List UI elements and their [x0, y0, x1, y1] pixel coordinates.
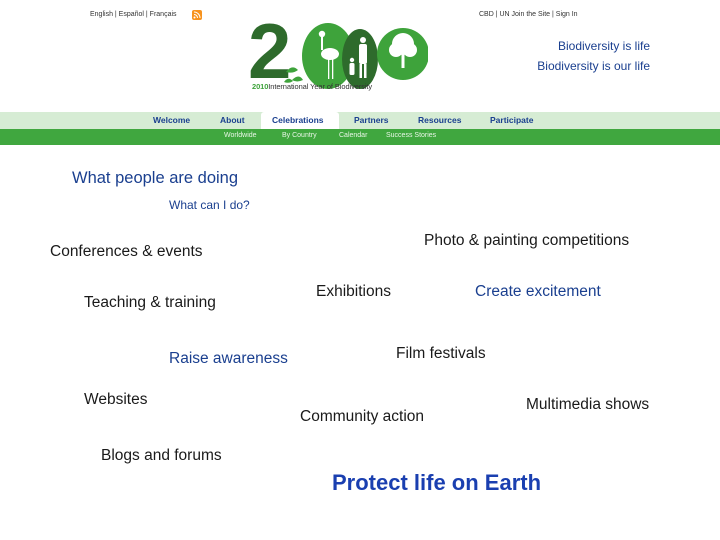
- tagline-secondary: Biodiversity is our life: [537, 59, 650, 73]
- idea-raise-awareness: Raise awareness: [169, 350, 288, 367]
- nav-welcome[interactable]: Welcome: [153, 115, 190, 125]
- logo-caption: 2010International Year of Biodiversity: [252, 82, 372, 91]
- subnav-calendar[interactable]: Calendar: [339, 132, 367, 139]
- idea-exhibitions: Exhibitions: [316, 283, 391, 300]
- tagline-primary: Biodiversity is life: [557, 39, 650, 53]
- subnav-success-stories[interactable]: Success Stories: [386, 132, 436, 139]
- nav-celebrations[interactable]: Celebrations: [272, 115, 324, 125]
- account-links[interactable]: CBD | UN Join the Site | Sign In: [479, 11, 578, 18]
- page-subheading: What can I do?: [169, 198, 250, 212]
- idea-teaching: Teaching & training: [84, 294, 216, 311]
- idea-community-action: Community action: [300, 408, 425, 425]
- subnav-by-country[interactable]: By Country: [282, 132, 317, 139]
- idea-conferences: Conferences & events: [50, 243, 203, 260]
- nav-partners[interactable]: Partners: [354, 115, 389, 125]
- subnav-worldwide[interactable]: Worldwide: [224, 132, 257, 139]
- page-heading: What people are doing: [72, 169, 239, 187]
- idea-create-excitement: Create excitement: [475, 283, 601, 300]
- idea-multimedia-shows: Multimedia shows: [526, 396, 650, 413]
- nav-resources[interactable]: Resources: [418, 115, 461, 125]
- idea-film-festivals: Film festivals: [396, 345, 486, 362]
- logo-caption-text: International Year of Biodiversity: [268, 82, 373, 91]
- rss-glyph: [193, 11, 201, 19]
- final-statement: Protect life on Earth: [332, 470, 542, 495]
- rss-icon[interactable]: [192, 10, 202, 20]
- language-links[interactable]: English | Español | Français: [90, 11, 177, 18]
- idea-websites: Websites: [84, 391, 148, 408]
- idea-photo-competitions: Photo & painting competitions: [424, 232, 630, 249]
- nav-participate[interactable]: Participate: [490, 115, 533, 125]
- nav-about[interactable]: About: [220, 115, 245, 125]
- idea-blogs-forums: Blogs and forums: [101, 447, 222, 464]
- logo-caption-year: 2010: [252, 82, 269, 91]
